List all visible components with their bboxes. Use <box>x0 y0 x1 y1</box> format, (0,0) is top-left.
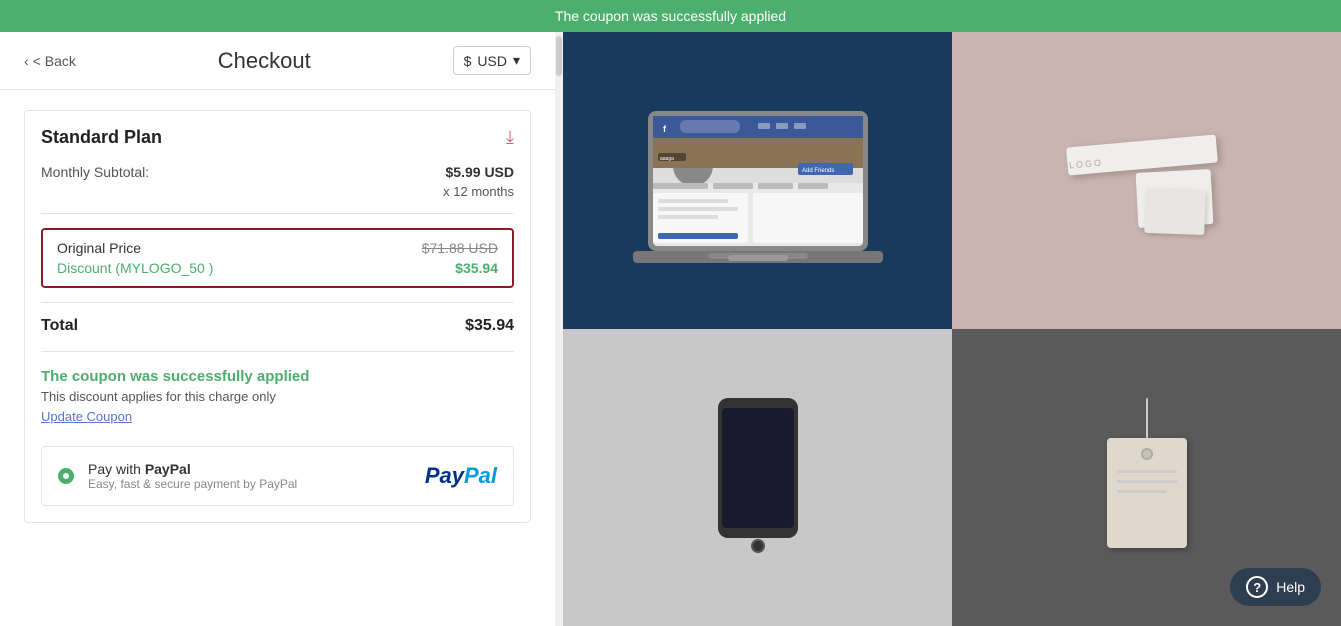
divider-2 <box>41 302 514 303</box>
update-coupon-link[interactable]: Update Coupon <box>41 409 132 424</box>
currency-label: USD <box>477 53 507 69</box>
tag-line-2 <box>1117 480 1177 483</box>
discount-box: Original Price $71.88 USD Discount (MYLO… <box>41 228 514 288</box>
paypal-title: Pay with PayPal <box>88 461 411 477</box>
tag-card <box>1107 438 1187 548</box>
paypal-logo: PayPal <box>425 463 497 489</box>
tag-line-3 <box>1117 490 1167 493</box>
total-value: $35.94 <box>465 317 514 335</box>
discount-label: Discount (MYLOGO_50 ) <box>57 260 213 276</box>
currency-symbol-icon: $ <box>464 53 472 69</box>
checkout-header: ‹ < Back Checkout $ USD ▾ <box>0 32 555 90</box>
original-price-row: Original Price $71.88 USD <box>57 240 498 256</box>
scroll-thumb <box>556 36 562 76</box>
paypal-logo-blue: Pay <box>425 463 464 488</box>
currency-chevron-icon: ▾ <box>513 52 520 69</box>
months-label: x 12 months <box>443 184 514 199</box>
plan-card: Standard Plan ⤓ Monthly Subtotal: $5.99 … <box>24 110 531 523</box>
checkout-title: Checkout <box>218 48 311 74</box>
payment-section: Pay with PayPal Easy, fast & secure paym… <box>41 446 514 506</box>
image-cell-laptop: f Add Friends <box>563 32 952 329</box>
checkout-body: Standard Plan ⤓ Monthly Subtotal: $5.99 … <box>0 90 555 626</box>
help-label: Help <box>1276 579 1305 595</box>
image-cell-phone <box>563 329 952 626</box>
discount-value: $35.94 <box>455 260 498 276</box>
success-banner: The coupon was successfully applied <box>0 0 1341 32</box>
help-button[interactable]: ? Help <box>1230 568 1321 606</box>
monthly-subtotal-row: Monthly Subtotal: $5.99 USD <box>41 164 514 180</box>
tag-line-1 <box>1117 470 1177 473</box>
banner-message: The coupon was successfully applied <box>555 8 786 24</box>
divider-1 <box>41 213 514 214</box>
checkout-panel: ‹ < Back Checkout $ USD ▾ Standard Plan … <box>0 32 555 626</box>
image-grid: f Add Friends <box>563 32 1341 626</box>
monthly-subtotal-value: $5.99 USD <box>446 164 514 180</box>
paypal-title-prefix: Pay with <box>88 461 145 477</box>
box-small <box>1144 187 1206 234</box>
image-cell-boxes: LOGO <box>952 32 1341 329</box>
help-circle-icon: ? <box>1246 576 1268 598</box>
main-content: ‹ < Back Checkout $ USD ▾ Standard Plan … <box>0 32 1341 626</box>
back-button[interactable]: ‹ < Back <box>24 53 76 69</box>
months-row: x 12 months <box>41 184 514 199</box>
monthly-subtotal-label: Monthly Subtotal: <box>41 164 149 180</box>
paypal-logo-cyan: Pal <box>464 463 497 488</box>
scroll-indicator <box>555 32 563 626</box>
tag-container <box>1097 398 1197 558</box>
paypal-info: Pay with PayPal Easy, fast & secure paym… <box>88 461 411 491</box>
back-label: < Back <box>33 53 76 69</box>
phone-svg <box>698 388 818 568</box>
svg-text:aaaga: aaaga <box>660 156 674 162</box>
coupon-success-subtitle: This discount applies for this charge on… <box>41 389 514 404</box>
total-row: Total $35.94 <box>41 317 514 352</box>
radio-inner <box>63 473 69 479</box>
laptop-svg: f Add Friends <box>618 81 898 281</box>
paypal-radio[interactable] <box>58 468 74 484</box>
svg-text:Add Friends: Add Friends <box>802 168 834 174</box>
original-price-label: Original Price <box>57 240 141 256</box>
discount-row: Discount (MYLOGO_50 ) $35.94 <box>57 260 498 276</box>
coupon-success-title: The coupon was successfully applied <box>41 368 514 385</box>
paypal-title-bold: PayPal <box>145 461 191 477</box>
back-arrow-icon: ‹ <box>24 53 29 69</box>
coupon-success-section: The coupon was successfully applied This… <box>41 368 514 426</box>
plan-name: Standard Plan <box>41 127 162 148</box>
paypal-subtitle: Easy, fast & secure payment by PayPal <box>88 477 411 491</box>
boxes-container: LOGO <box>1047 101 1247 261</box>
currency-dropdown[interactable]: $ USD ▾ <box>453 46 531 75</box>
box-large <box>1066 134 1218 175</box>
plan-chevron-icon[interactable]: ⤓ <box>506 127 514 148</box>
tag-hole <box>1141 448 1153 460</box>
plan-header: Standard Plan ⤓ <box>41 127 514 148</box>
total-label: Total <box>41 317 78 335</box>
original-price-value: $71.88 USD <box>422 240 498 256</box>
